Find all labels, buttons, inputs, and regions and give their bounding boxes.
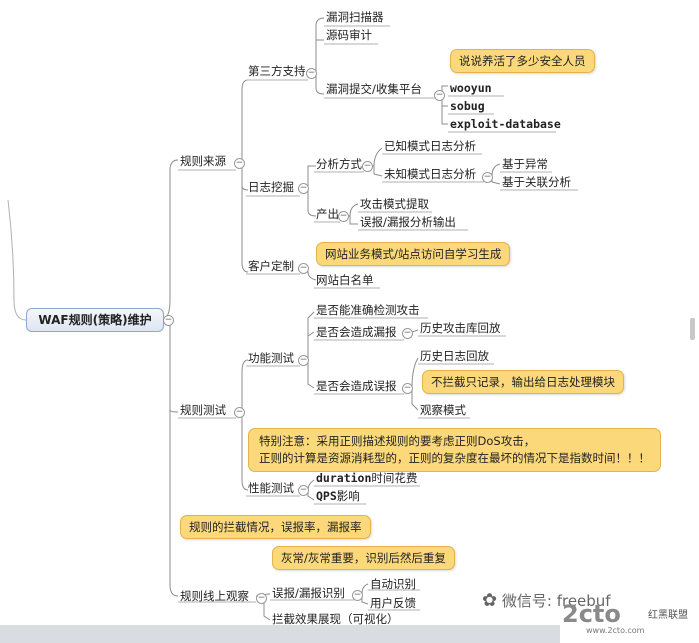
node-fp-identify[interactable]: 误报/漏报识别 xyxy=(270,585,347,601)
node-fp-fn-analysis[interactable]: 误报/漏报分析输出 xyxy=(358,214,458,230)
callout-regex-dos: 特别注意：采用正则描述规则的要考虑正则DoS攻击， 正则的计算是资源消耗型的，正… xyxy=(248,428,661,472)
collapse-toggle-unknown[interactable]: − xyxy=(482,172,493,183)
callout-regex-dos-line1: 特别注意：采用正则描述规则的要考虑正则DoS攻击， xyxy=(259,434,536,448)
callout-regex-dos-line2: 正则的计算是资源消耗型的，正则的复杂度在最坏的情况下是指数时间！！！ xyxy=(259,451,650,465)
collapse-toggle-rule-test[interactable]: − xyxy=(234,407,245,418)
node-attack-pattern-extract[interactable]: 攻击模式提取 xyxy=(358,196,431,212)
collapse-toggle-miss[interactable]: − xyxy=(402,328,413,339)
callout-no-block: 不拦截只记录，输出给日志处理模块 xyxy=(422,370,624,394)
node-sobug[interactable]: sobug xyxy=(448,98,487,114)
collapse-toggle-root[interactable]: − xyxy=(163,315,174,326)
callout-very-important: 灰常/灰常重要，识别后然后重复 xyxy=(272,546,455,570)
node-anomaly-based[interactable]: 基于异常 xyxy=(500,156,550,172)
qps-label: 影响 xyxy=(336,489,360,503)
collapse-toggle-analysis[interactable]: − xyxy=(362,161,373,172)
node-whitelist[interactable]: 网站白名单 xyxy=(314,272,376,288)
node-code-audit[interactable]: 源码审计 xyxy=(324,27,374,43)
horizontal-scrollbar[interactable] xyxy=(0,625,560,643)
node-rule-online[interactable]: 规则线上观察 xyxy=(178,588,251,604)
node-duration[interactable]: duration时间花费 xyxy=(314,470,419,486)
watermark-url: www.2cto.com xyxy=(586,626,645,635)
collapse-toggle-custom[interactable]: − xyxy=(298,263,309,274)
node-attack-replay[interactable]: 历史攻击库回放 xyxy=(418,320,503,336)
node-rule-test[interactable]: 规则测试 xyxy=(178,402,228,418)
collapse-toggle-log-mining[interactable]: − xyxy=(298,183,309,194)
collapse-toggle-platform[interactable]: − xyxy=(434,90,445,101)
collapse-toggle-rule-source[interactable]: − xyxy=(234,158,245,169)
callout-block-rates: 规则的拦截情况，误报率，漏报率 xyxy=(180,515,371,539)
qps-key: QPS xyxy=(316,489,337,503)
node-vuln-scanner[interactable]: 漏洞扫描器 xyxy=(324,9,386,25)
callout-security-staff: 说说养活了多少安全人员 xyxy=(450,49,595,73)
duration-label: 时间花费 xyxy=(371,471,418,485)
collapse-toggle-function-test[interactable]: − xyxy=(298,355,309,366)
node-output[interactable]: 产出 xyxy=(314,206,341,222)
collapse-toggle-fp-identify[interactable]: − xyxy=(352,590,363,601)
node-detect-accurately[interactable]: 是否能准确检测攻击 xyxy=(314,302,422,318)
duration-key: duration xyxy=(316,471,372,485)
collapse-toggle-false-positive[interactable]: − xyxy=(402,383,413,394)
callout-self-learning: 网站业务模式/站点访问自学习生成 xyxy=(316,242,511,266)
node-custom[interactable]: 客户定制 xyxy=(246,258,296,274)
node-wooyun[interactable]: wooyun xyxy=(448,80,494,96)
node-cause-false-positive[interactable]: 是否会造成误报 xyxy=(314,378,399,394)
node-perf-test[interactable]: 性能测试 xyxy=(246,480,296,496)
node-third-party[interactable]: 第三方支持 xyxy=(246,63,308,79)
root-label: WAF规则(策略)维护 xyxy=(38,313,152,327)
watermark-site: 2cto xyxy=(562,600,621,628)
node-cause-miss[interactable]: 是否会造成漏报 xyxy=(314,324,399,340)
node-rule-source[interactable]: 规则来源 xyxy=(178,153,228,169)
wechat-icon: ✿ xyxy=(482,590,498,611)
root-node[interactable]: WAF规则(策略)维护 xyxy=(26,308,164,332)
node-qps[interactable]: QPS影响 xyxy=(314,488,362,504)
node-log-mining[interactable]: 日志挖掘 xyxy=(246,179,296,195)
node-vuln-platform[interactable]: 漏洞提交/收集平台 xyxy=(324,81,424,97)
watermark-site-sub: 红黑联盟 xyxy=(648,610,688,621)
node-user-feedback[interactable]: 用户反馈 xyxy=(368,595,418,611)
collapse-toggle-third-party[interactable]: − xyxy=(306,68,317,79)
node-function-test[interactable]: 功能测试 xyxy=(246,350,296,366)
node-auto-identify[interactable]: 自动识别 xyxy=(368,576,418,592)
node-log-replay[interactable]: 历史日志回放 xyxy=(418,348,491,364)
node-correlation-based[interactable]: 基于关联分析 xyxy=(500,174,573,190)
node-unknown-pattern[interactable]: 未知模式日志分析 xyxy=(382,166,478,182)
vertical-scrollbar-thumb[interactable] xyxy=(690,318,695,340)
node-known-pattern[interactable]: 已知模式日志分析 xyxy=(382,138,478,154)
collapse-toggle-output[interactable]: − xyxy=(338,211,349,222)
node-exploit-database[interactable]: exploit-database xyxy=(448,116,563,132)
node-analysis-method[interactable]: 分析方式 xyxy=(314,156,364,172)
collapse-toggle-perf-test[interactable]: − xyxy=(298,485,309,496)
node-observe-mode[interactable]: 观察模式 xyxy=(418,402,468,418)
collapse-toggle-rule-online[interactable]: − xyxy=(256,593,267,604)
